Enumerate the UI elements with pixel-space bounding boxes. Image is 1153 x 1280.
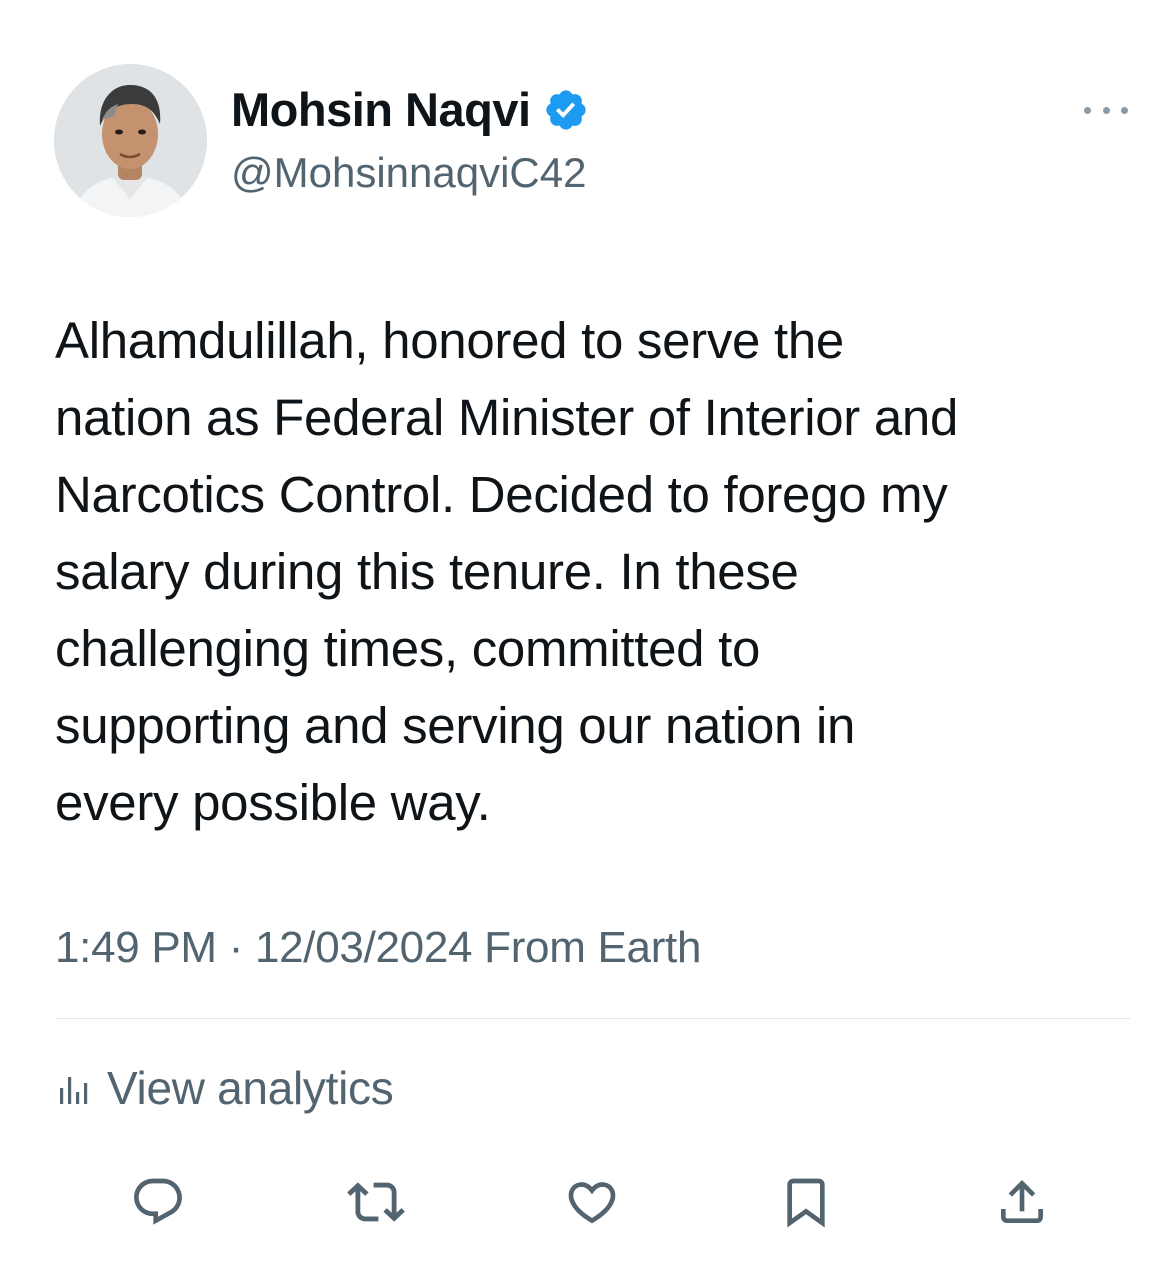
heart-icon — [568, 1182, 616, 1224]
tweet-time[interactable]: 1:49 PM — [55, 918, 217, 978]
avatar[interactable] — [54, 64, 207, 217]
bookmark-icon — [787, 1178, 825, 1228]
divider — [55, 1018, 1130, 1019]
retweet-icon — [347, 1182, 405, 1222]
reply-button[interactable] — [128, 1172, 188, 1232]
tweet-text: Alhamdulillah, honored to serve the nati… — [55, 312, 959, 831]
tweet-date[interactable]: 12/03/2024 — [255, 918, 473, 978]
reply-bubble-icon — [134, 1178, 182, 1225]
more-options-button[interactable] — [1084, 96, 1128, 124]
tweet-metadata: 1:49 PM · 12/03/2024 From Earth — [55, 918, 701, 978]
share-button[interactable] — [992, 1172, 1052, 1232]
retweet-button[interactable] — [346, 1172, 406, 1232]
verified-badge-icon — [543, 87, 589, 133]
share-upload-icon — [1001, 1180, 1043, 1223]
view-analytics-link[interactable]: View analytics — [55, 1058, 394, 1118]
bookmark-button[interactable] — [776, 1172, 836, 1232]
meta-separator: · — [216, 923, 255, 972]
author-name-row[interactable]: Mohsin Naqvi — [231, 82, 589, 138]
bar-chart-icon — [55, 1068, 95, 1108]
view-analytics-label[interactable]: View analytics — [107, 1058, 394, 1118]
like-button[interactable] — [562, 1172, 622, 1232]
author-display-name[interactable]: Mohsin Naqvi — [231, 82, 531, 138]
author-handle[interactable]: @MohsinnaqviC42 — [231, 146, 586, 200]
more-horizontal-icon — [1084, 106, 1091, 114]
tweet-action-bar — [0, 1172, 1153, 1232]
tweet-source: From Earth — [472, 923, 702, 972]
